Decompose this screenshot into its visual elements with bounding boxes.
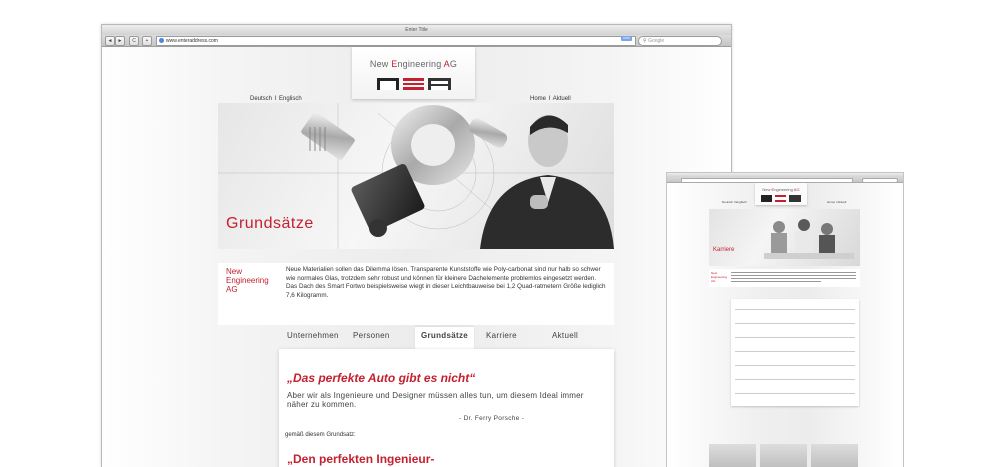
search-placeholder: Google — [648, 38, 665, 44]
website-page: New Engineering AG Deutsch I Englisch Ho… — [102, 47, 731, 467]
globe-icon — [159, 38, 164, 43]
table-row — [735, 365, 855, 366]
nea-logo-mark-icon — [376, 78, 451, 90]
second-intro-section: New Engineering AG — [709, 269, 860, 287]
tab-unternehmen[interactable]: Unternehmen — [287, 331, 339, 340]
footer-column — [811, 444, 858, 467]
intro-section: New Engineering AG Neue Materialien soll… — [218, 263, 614, 325]
lang-separator: I — [274, 96, 277, 102]
quote-text: Aber wir als Ingenieure und Designer müs… — [287, 391, 584, 409]
quote-author: - Dr. Ferry Porsche - — [459, 415, 525, 422]
second-language-switch[interactable]: Deutsch I Englisch — [722, 200, 747, 204]
lang-de-link[interactable]: Deutsch — [250, 96, 272, 102]
top-navigation: Home I Aktuell — [530, 96, 571, 102]
second-site-logo[interactable]: New Engineering AG — [755, 183, 807, 205]
tab-personen[interactable]: Personen — [353, 331, 390, 340]
nav-separator: I — [548, 96, 551, 102]
second-logo-wordmark: New Engineering AG — [762, 187, 800, 192]
table-row — [735, 351, 855, 352]
tab-karriere[interactable]: Karriere — [486, 331, 517, 340]
footer-column — [760, 444, 807, 467]
lang-en-link[interactable]: Englisch — [279, 96, 302, 102]
text-line — [731, 278, 856, 279]
second-website-page: New Engineering AG Deutsch I Englisch Ho… — [667, 183, 903, 467]
second-hero-title: Karriere — [713, 247, 735, 253]
address-text: www.enteraddress.com — [166, 38, 218, 44]
intro-label: New Engineering AG — [226, 267, 269, 294]
table-row — [735, 337, 855, 338]
content-panel: „Das perfekte Auto gibt es nicht“ Aber w… — [279, 349, 614, 467]
main-browser-window: Enter Title ◄ ► C + www.enteraddress.com… — [101, 24, 732, 467]
section-tabs: Unternehmen Personen Grundsätze Karriere… — [279, 327, 614, 353]
table-row — [735, 323, 855, 324]
text-line — [731, 272, 856, 273]
language-switch: Deutsch I Englisch — [250, 96, 302, 102]
second-intro-label: New Engineering AG — [711, 271, 728, 283]
search-icon: ⚲ — [643, 38, 647, 44]
table-row — [735, 309, 855, 310]
site-logo[interactable]: New Engineering AG — [352, 47, 475, 99]
nav-home-link[interactable]: Home — [530, 96, 546, 102]
back-button[interactable]: ◄ — [105, 36, 115, 46]
quote-heading: „Das perfekte Auto gibt es nicht“ — [287, 371, 476, 385]
logo-wordmark: New Engineering AG — [369, 59, 458, 69]
address-bar[interactable]: www.enteraddress.com — [156, 36, 636, 46]
second-logo-mark-icon — [761, 195, 801, 202]
text-line — [731, 281, 821, 282]
text-line — [731, 275, 856, 276]
team-photo-illustration — [764, 219, 854, 259]
table-row — [735, 393, 855, 394]
tab-aktuell[interactable]: Aktuell — [552, 331, 578, 340]
principle-note: gemäß diesem Grundsatz: — [285, 432, 356, 438]
add-bookmark-button[interactable]: + — [142, 36, 152, 46]
second-browser-window: New Engineering AG Deutsch I Englisch Ho… — [666, 172, 904, 467]
search-field[interactable]: ⚲ Google — [638, 36, 722, 46]
reload-button[interactable]: C — [129, 36, 139, 46]
forward-button[interactable]: ► — [115, 36, 125, 46]
nav-news-link[interactable]: Aktuell — [553, 96, 571, 102]
window-title: Enter Title — [102, 25, 731, 35]
second-hero-banner: Karriere — [709, 209, 860, 266]
second-quote-heading: „Den perfekten Ingenieur- — [287, 452, 435, 466]
rss-badge[interactable]: RSS — [621, 36, 632, 41]
second-top-navigation[interactable]: Home I Aktuell — [827, 200, 846, 204]
footer-column — [709, 444, 756, 467]
hero-title: Grundsätze — [226, 215, 314, 232]
second-jobs-table — [731, 299, 859, 406]
browser-toolbar: ◄ ► C + www.enteraddress.com RSS ⚲ Googl… — [102, 35, 731, 47]
hero-banner: Grundsätze — [218, 103, 614, 249]
intro-text: Neue Materialien sollen das Dilemma löse… — [286, 266, 606, 299]
table-row — [735, 379, 855, 380]
